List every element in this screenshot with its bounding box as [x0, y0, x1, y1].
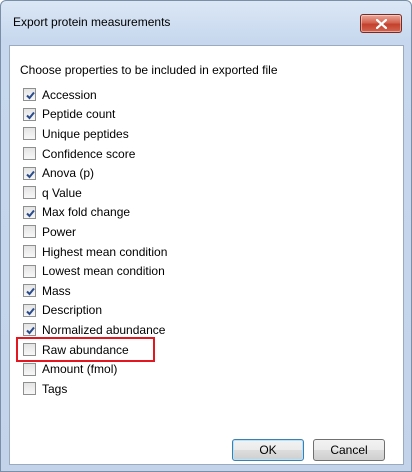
- option-label: Tags: [42, 381, 68, 396]
- cancel-button[interactable]: Cancel: [313, 439, 385, 461]
- checkmark-icon: [26, 327, 35, 335]
- option-highest-mean-condition[interactable]: Highest mean condition: [23, 242, 167, 262]
- checkbox[interactable]: [23, 186, 36, 200]
- checkmark-icon: [26, 209, 35, 218]
- instruction-text: Choose properties to be included in expo…: [20, 63, 278, 77]
- option-description[interactable]: Description: [23, 301, 167, 321]
- close-button[interactable]: [360, 14, 402, 33]
- option-accession[interactable]: Accession: [23, 85, 167, 105]
- checkbox[interactable]: [23, 343, 36, 357]
- option-label: Power: [42, 224, 77, 239]
- checkbox[interactable]: [23, 205, 36, 219]
- option-label: Amount (fmol): [42, 362, 118, 377]
- option-power[interactable]: Power: [23, 222, 167, 242]
- dialog-content: Choose properties to be included in expo…: [9, 45, 404, 465]
- checkbox[interactable]: [23, 284, 36, 298]
- title-bar[interactable]: Export protein measurements: [1, 1, 411, 41]
- checkmark-icon: [26, 288, 35, 296]
- checkmark-icon: [26, 307, 35, 316]
- checkbox[interactable]: [23, 264, 36, 278]
- option-raw-abundance[interactable]: Raw abundance: [16, 336, 167, 362]
- option-unique-peptides[interactable]: Unique peptides: [23, 124, 167, 144]
- option-confidence-score[interactable]: Confidence score: [23, 144, 167, 164]
- option-label: Lowest mean condition: [42, 264, 165, 279]
- option-label: Unique peptides: [42, 126, 129, 141]
- property-list: Accession Peptide count Unique peptides Con…: [16, 85, 167, 399]
- checkmark-icon: [26, 92, 35, 100]
- close-icon: [376, 19, 387, 29]
- option-q-value[interactable]: q Value: [23, 183, 167, 203]
- checkbox[interactable]: [23, 107, 36, 121]
- option-label: Anova (p): [42, 166, 95, 181]
- option-lowest-mean-condition[interactable]: Lowest mean condition: [23, 261, 167, 281]
- option-label: Peptide count: [42, 107, 116, 122]
- option-label: Normalized abundance: [42, 322, 166, 337]
- option-label: Mass: [42, 283, 71, 298]
- dialog-title: Export protein measurements: [13, 15, 171, 29]
- option-peptide-count[interactable]: Peptide count: [23, 105, 167, 125]
- checkbox[interactable]: [23, 362, 36, 376]
- checkbox[interactable]: [23, 88, 36, 102]
- checkbox[interactable]: [23, 323, 36, 337]
- option-amount-fmol[interactable]: Amount (fmol): [23, 359, 167, 379]
- option-label: Highest mean condition: [42, 244, 168, 259]
- option-max-fold-change[interactable]: Max fold change: [23, 203, 167, 223]
- checkbox[interactable]: [23, 225, 36, 239]
- option-label: Accession: [42, 87, 97, 102]
- checkbox[interactable]: [23, 127, 36, 141]
- checkmark-icon: [26, 170, 35, 179]
- option-label: Max fold change: [42, 205, 131, 220]
- option-label: Raw abundance: [42, 342, 129, 357]
- checkbox[interactable]: [23, 147, 36, 161]
- checkmark-icon: [26, 111, 35, 120]
- option-tags[interactable]: Tags: [23, 379, 167, 399]
- export-dialog: Export protein measurements Choose prope…: [0, 0, 412, 472]
- checkbox[interactable]: [23, 382, 36, 396]
- option-label: Description: [42, 303, 103, 318]
- checkbox[interactable]: [23, 303, 36, 317]
- checkbox[interactable]: [23, 245, 36, 259]
- option-mass[interactable]: Mass: [23, 281, 167, 301]
- option-anova-p[interactable]: Anova (p): [23, 163, 167, 183]
- option-label: q Value: [42, 185, 82, 200]
- option-normalized-abundance[interactable]: Normalized abundance: [23, 320, 167, 340]
- option-label: Confidence score: [42, 146, 136, 161]
- ok-button[interactable]: OK: [232, 439, 304, 461]
- checkbox[interactable]: [23, 166, 36, 180]
